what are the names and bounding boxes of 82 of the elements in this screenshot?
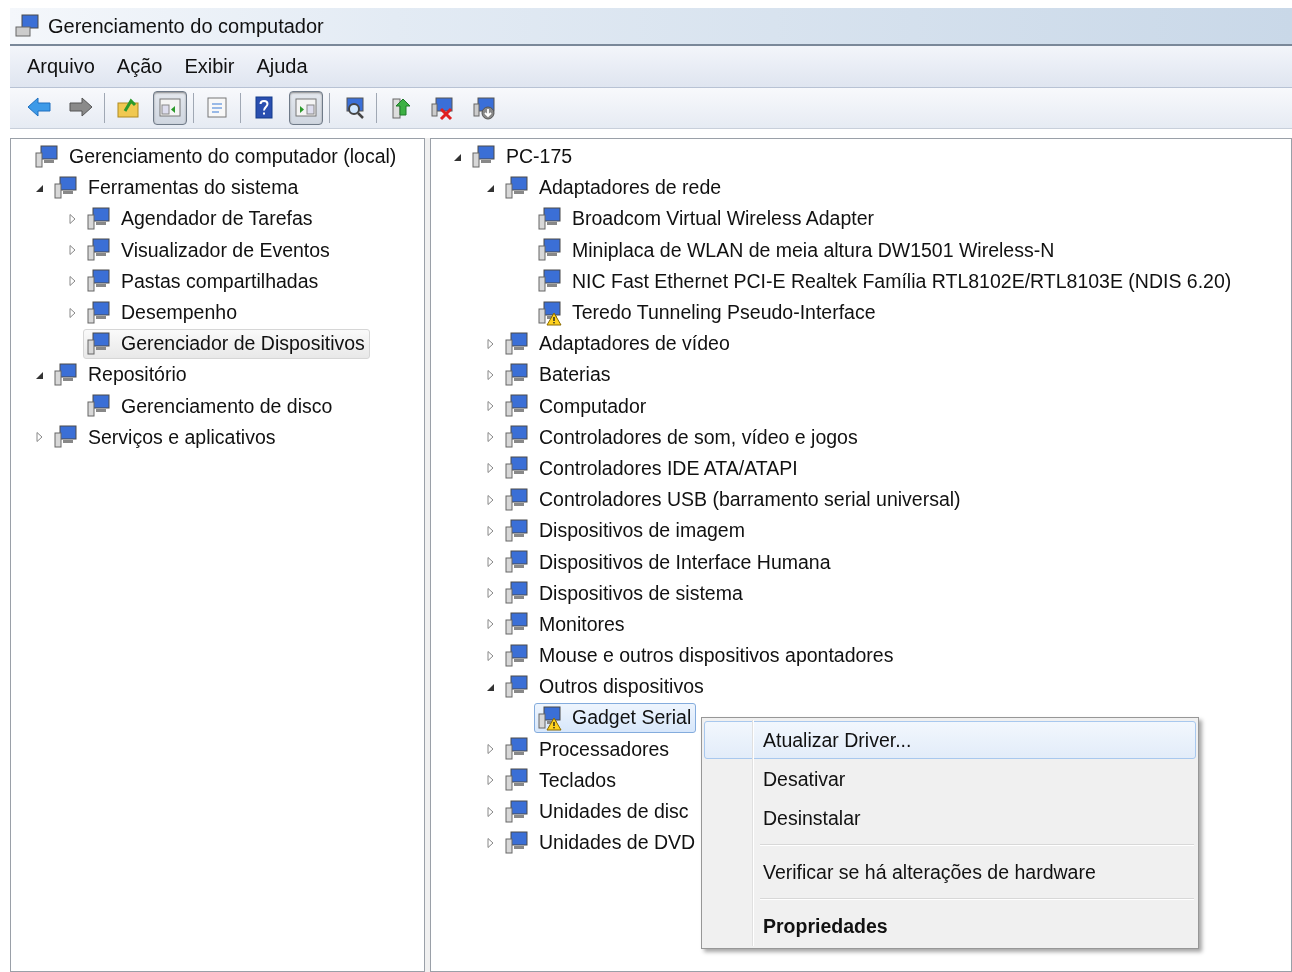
menu-item[interactable]: Desinstalar	[704, 799, 1196, 837]
window-title: Gerenciamento do computador	[48, 14, 324, 38]
menu-item[interactable]: Atualizar Driver...	[704, 721, 1196, 759]
device-icon	[52, 424, 78, 451]
device-icon	[503, 424, 529, 451]
tree-item[interactable]: Gerenciamento do computador (local)	[31, 141, 402, 172]
device-icon	[503, 174, 529, 201]
tree-item[interactable]: Processadores	[501, 734, 675, 765]
device-icon	[503, 736, 529, 763]
tree-item[interactable]: NIC Fast Ethernet PCI-E Realtek Família RTL8102E/RTL8103E (NDIS 6.20)	[534, 266, 1237, 297]
tree-item[interactable]: Teredo Tunneling Pseudo-Interface	[534, 297, 881, 328]
tree-item[interactable]: Controladores IDE ATA/ATAPI	[501, 453, 803, 484]
menu-item[interactable]: Propriedades	[704, 907, 1196, 945]
device-icon	[85, 205, 111, 232]
toolbar-button[interactable]	[153, 91, 187, 125]
tree-item[interactable]: Miniplaca de WLAN de meia altura DW1501 Wireless-N	[534, 235, 1060, 266]
toolbar-button[interactable]	[289, 91, 323, 125]
device-icon	[503, 673, 529, 700]
uninstall-icon	[429, 95, 455, 121]
menu-item[interactable]: Verificar se há alterações de hardware	[704, 853, 1196, 891]
tree-item[interactable]: Broadcom Virtual Wireless Adapter	[534, 203, 880, 234]
disable-icon	[471, 95, 497, 121]
device-icon	[503, 580, 529, 607]
device-icon	[52, 174, 78, 201]
device-icon	[85, 330, 111, 357]
tree-item[interactable]: Controladores de som, vídeo e jogos	[501, 422, 863, 453]
tree-item[interactable]: Mouse e outros dispositivos apontadores	[501, 640, 899, 671]
device-icon	[52, 361, 78, 388]
tree-item[interactable]: Gadget Serial	[534, 702, 697, 733]
tree-item[interactable]: Dispositivos de imagem	[501, 515, 750, 546]
computer-icon	[14, 13, 40, 39]
device-icon	[503, 798, 529, 825]
tree-item[interactable]: PC-175	[468, 141, 578, 172]
menu-item[interactable]: Ajuda	[245, 51, 319, 82]
tree-item[interactable]: Computador	[501, 391, 652, 422]
menu-item[interactable]: Ação	[105, 51, 174, 82]
menu-item[interactable]: Desativar	[704, 760, 1196, 798]
tree-item[interactable]: Unidades de disc	[501, 796, 694, 827]
tree-item[interactable]: Pastas compartilhadas	[83, 266, 324, 297]
device-icon	[85, 299, 111, 326]
tree-item[interactable]: Teclados	[501, 765, 621, 796]
tree-item[interactable]: Serviços e aplicativos	[50, 422, 281, 453]
tree-item[interactable]: Dispositivos de Interface Humana	[501, 547, 836, 578]
device-icon	[503, 486, 529, 513]
warning-device-icon	[536, 299, 562, 326]
properties-icon	[204, 95, 230, 121]
tree-item[interactable]: Unidades de DVD	[501, 827, 701, 858]
tree-item[interactable]: Monitores	[501, 609, 630, 640]
menu-item[interactable]: Arquivo	[16, 51, 106, 82]
tree-item[interactable]: Visualizador de Eventos	[83, 235, 335, 266]
device-icon	[503, 611, 529, 638]
device-icon	[503, 330, 529, 357]
device-icon	[536, 205, 562, 232]
tree-item[interactable]: Baterias	[501, 359, 616, 390]
tree-item[interactable]: Adaptadores de vídeo	[501, 328, 735, 359]
device-icon	[85, 268, 111, 295]
device-icon	[85, 393, 111, 420]
device-icon	[503, 549, 529, 576]
device-icon	[33, 143, 59, 170]
device-icon	[85, 237, 111, 264]
tree-item[interactable]: Repositório	[50, 359, 192, 390]
menu-item[interactable]: Exibir	[173, 51, 246, 82]
tree-item[interactable]: Agendador de Tarefas	[83, 203, 318, 234]
warning-device-icon	[536, 704, 562, 731]
device-icon	[503, 455, 529, 482]
device-icon	[503, 517, 529, 544]
device-icon	[536, 237, 562, 264]
device-icon	[536, 268, 562, 295]
tree-item[interactable]: Outros dispositivos	[501, 671, 709, 702]
device-icon	[470, 143, 496, 170]
tree-item[interactable]: Gerenciador de Dispositivos	[83, 328, 370, 359]
tree-item[interactable]: Gerenciamento de disco	[83, 391, 338, 422]
tree-item[interactable]: Desempenho	[83, 297, 242, 328]
tree-item[interactable]: Dispositivos de sistema	[501, 578, 748, 609]
device-icon	[503, 767, 529, 794]
device-icon	[503, 393, 529, 420]
tree-item[interactable]: Controladores USB (barramento serial universal)	[501, 484, 966, 515]
device-icon	[503, 829, 529, 856]
device-icon	[503, 642, 529, 669]
tree-item[interactable]: Ferramentas do sistema	[50, 172, 304, 203]
tree-item[interactable]: Adaptadores de rede	[501, 172, 727, 203]
device-icon	[503, 361, 529, 388]
